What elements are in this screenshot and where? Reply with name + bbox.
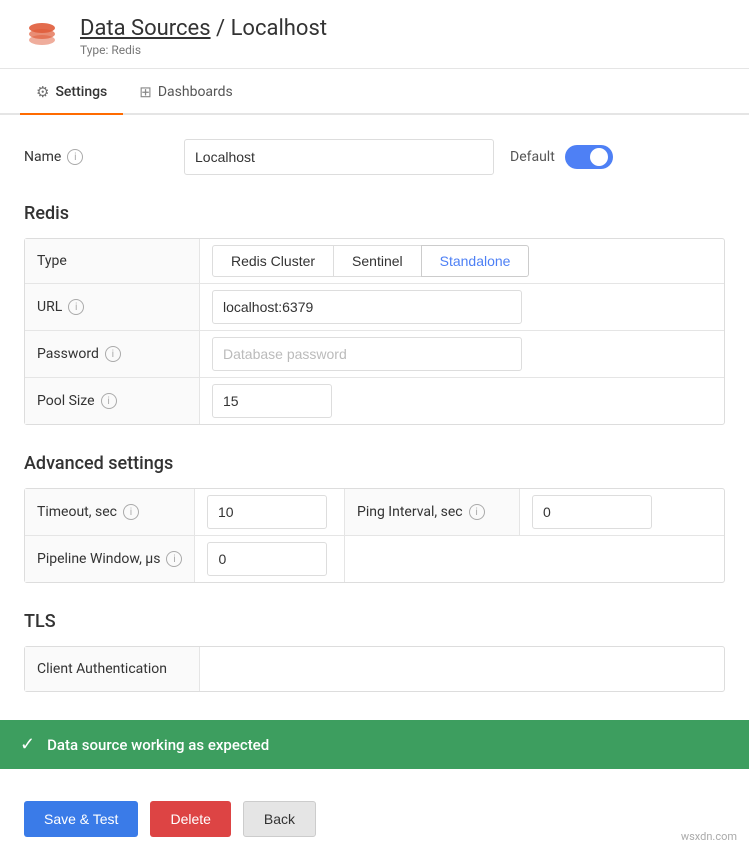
pool-size-label: Pool Size i	[25, 378, 200, 424]
url-input[interactable]	[212, 290, 522, 324]
name-info-icon[interactable]: i	[67, 149, 83, 165]
url-value	[200, 284, 724, 330]
pipeline-row: Pipeline Window, μs i	[25, 536, 724, 582]
watermark: wsxdn.com	[681, 830, 737, 843]
timeout-label: Timeout, sec i	[25, 489, 195, 535]
check-icon: ✓	[20, 734, 35, 755]
save-test-button[interactable]: Save & Test	[24, 801, 138, 837]
pipeline-value	[195, 536, 345, 582]
page-header: Data Sources / Localhost Type: Redis	[0, 0, 749, 69]
dashboards-tab-icon: ⊞	[139, 83, 152, 101]
password-label: Password i	[25, 331, 200, 377]
name-row: Name i Default	[24, 139, 725, 175]
name-input[interactable]	[184, 139, 494, 175]
timeout-ping-row: Timeout, sec i Ping Interval, sec i	[25, 489, 724, 536]
settings-tab-icon: ⚙	[36, 83, 49, 101]
success-message: Data source working as expected	[47, 736, 269, 754]
datasources-breadcrumb[interactable]: Data Sources	[80, 16, 211, 41]
url-info-icon[interactable]: i	[68, 299, 84, 315]
url-label: URL i	[25, 284, 200, 330]
timeout-info-icon[interactable]: i	[123, 504, 139, 520]
client-auth-label: Client Authentication	[25, 647, 200, 691]
advanced-section-title: Advanced settings	[24, 453, 725, 474]
timeout-value	[195, 489, 345, 535]
pool-size-info-icon[interactable]: i	[101, 393, 117, 409]
type-label: Type	[25, 239, 200, 283]
grafana-logo	[20, 14, 64, 58]
type-btn-sentinel[interactable]: Sentinel	[333, 245, 422, 277]
client-auth-row: Client Authentication	[25, 647, 724, 691]
tab-settings[interactable]: ⚙ Settings	[20, 69, 123, 115]
tls-field-table: Client Authentication	[24, 646, 725, 692]
password-info-icon[interactable]: i	[105, 346, 121, 362]
ping-interval-info-icon[interactable]: i	[469, 504, 485, 520]
pipeline-info-icon[interactable]: i	[166, 551, 182, 567]
client-auth-value	[200, 655, 724, 683]
pool-size-input[interactable]	[212, 384, 332, 418]
tab-bar: ⚙ Settings ⊞ Dashboards	[0, 69, 749, 115]
header-text: Data Sources / Localhost Type: Redis	[80, 16, 327, 57]
type-row: Type Redis Cluster Sentinel Standalone	[25, 239, 724, 284]
type-btn-standalone[interactable]: Standalone	[421, 245, 530, 277]
delete-button[interactable]: Delete	[150, 801, 230, 837]
pipeline-label: Pipeline Window, μs i	[25, 536, 195, 582]
password-row: Password i	[25, 331, 724, 378]
name-field-label: Name i	[24, 149, 184, 165]
ping-interval-value	[520, 489, 724, 535]
type-btn-cluster[interactable]: Redis Cluster	[212, 245, 334, 277]
toggle-slider	[565, 145, 613, 169]
password-value	[200, 331, 724, 377]
password-input[interactable]	[212, 337, 522, 371]
url-row: URL i	[25, 284, 724, 331]
tab-dashboards[interactable]: ⊞ Dashboards	[123, 69, 249, 115]
type-buttons: Redis Cluster Sentinel Standalone	[212, 245, 712, 277]
timeout-input[interactable]	[207, 495, 327, 529]
redis-section-title: Redis	[24, 203, 725, 224]
pipeline-input[interactable]	[207, 542, 327, 576]
pool-size-row: Pool Size i	[25, 378, 724, 424]
pool-size-value	[200, 378, 724, 424]
type-value: Redis Cluster Sentinel Standalone	[200, 239, 724, 283]
back-button[interactable]: Back	[243, 801, 316, 837]
ping-interval-input[interactable]	[532, 495, 652, 529]
ping-interval-label: Ping Interval, sec i	[345, 489, 520, 535]
action-buttons: Save & Test Delete Back	[24, 793, 725, 837]
page-title: Data Sources / Localhost	[80, 16, 327, 41]
page-subtitle: Type: Redis	[80, 43, 327, 57]
default-label: Default	[510, 149, 555, 165]
default-toggle[interactable]	[565, 145, 613, 169]
tls-section-title: TLS	[24, 611, 725, 632]
advanced-field-table: Timeout, sec i Ping Interval, sec i Pipe…	[24, 488, 725, 583]
redis-field-table: Type Redis Cluster Sentinel Standalone U…	[24, 238, 725, 425]
main-content: Name i Default Redis Type Redis Cluster …	[0, 115, 749, 861]
success-banner: ✓ Data source working as expected	[0, 720, 749, 769]
